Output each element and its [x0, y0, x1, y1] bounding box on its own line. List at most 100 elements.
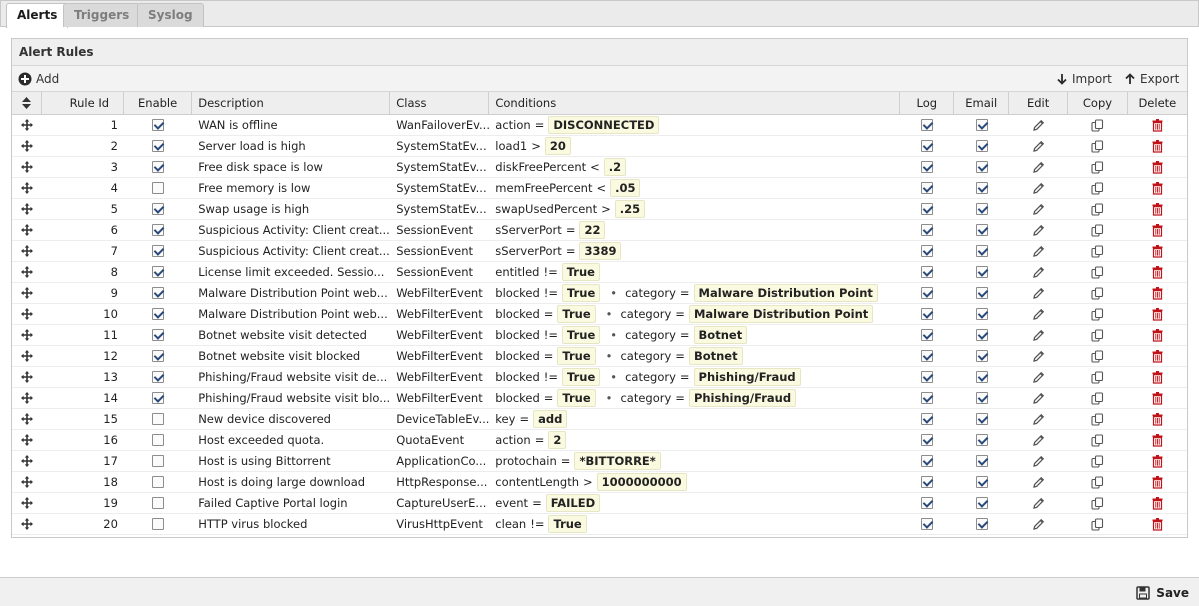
table-row[interactable]: 1 WAN is offline WanFailoverEv... action = DI… — [12, 115, 1187, 136]
email-checkbox[interactable] — [975, 161, 988, 173]
col-log[interactable]: Log — [900, 92, 955, 114]
drag-handle[interactable] — [12, 136, 42, 156]
table-row[interactable]: 2 Server load is high SystemStatEv... load1… — [12, 136, 1187, 157]
log-checkbox[interactable] — [921, 392, 934, 404]
enable-checkbox[interactable] — [152, 245, 165, 257]
copy-button[interactable] — [1068, 136, 1127, 156]
save-button[interactable]: Save — [1136, 583, 1189, 603]
table-row[interactable]: 13 Phishing/Fraud website visit de... WebF… — [12, 367, 1187, 388]
enable-checkbox[interactable] — [152, 308, 165, 320]
copy-button[interactable] — [1068, 115, 1127, 135]
drag-handle[interactable] — [12, 283, 42, 303]
edit-button[interactable] — [1009, 346, 1068, 366]
email-checkbox[interactable] — [975, 245, 988, 257]
log-checkbox[interactable] — [921, 140, 934, 152]
delete-button[interactable] — [1128, 157, 1187, 177]
table-row[interactable]: 15 New device discovered DeviceTableEv... k… — [12, 409, 1187, 430]
delete-button[interactable] — [1128, 514, 1187, 534]
col-class[interactable]: Class — [390, 92, 490, 114]
copy-button[interactable] — [1068, 388, 1127, 408]
drag-handle[interactable] — [12, 367, 42, 387]
delete-button[interactable] — [1128, 388, 1187, 408]
tab-triggers[interactable]: Triggers — [63, 3, 141, 27]
edit-button[interactable] — [1009, 325, 1068, 345]
table-row[interactable]: 6 Suspicious Activity: Client creat... Ses… — [12, 220, 1187, 241]
enable-checkbox[interactable] — [152, 476, 165, 488]
enable-checkbox[interactable] — [152, 182, 165, 194]
drag-handle[interactable] — [12, 157, 42, 177]
delete-button[interactable] — [1128, 115, 1187, 135]
export-button[interactable]: Export — [1124, 69, 1179, 89]
log-checkbox[interactable] — [921, 350, 934, 362]
edit-button[interactable] — [1009, 388, 1068, 408]
log-checkbox[interactable] — [921, 413, 934, 425]
delete-button[interactable] — [1128, 367, 1187, 387]
edit-button[interactable] — [1009, 430, 1068, 450]
drag-handle[interactable] — [12, 493, 42, 513]
enable-checkbox[interactable] — [152, 371, 165, 383]
email-checkbox[interactable] — [975, 350, 988, 362]
delete-button[interactable] — [1128, 304, 1187, 324]
copy-button[interactable] — [1068, 283, 1127, 303]
enable-checkbox[interactable] — [152, 455, 165, 467]
edit-button[interactable] — [1009, 115, 1068, 135]
log-checkbox[interactable] — [921, 287, 934, 299]
col-conditions[interactable]: Conditions — [489, 92, 901, 114]
table-row[interactable]: 12 Botnet website visit blocked WebFilterE… — [12, 346, 1187, 367]
email-checkbox[interactable] — [975, 476, 988, 488]
email-checkbox[interactable] — [975, 413, 988, 425]
copy-button[interactable] — [1068, 325, 1127, 345]
log-checkbox[interactable] — [921, 161, 934, 173]
delete-button[interactable] — [1128, 493, 1187, 513]
email-checkbox[interactable] — [975, 371, 988, 383]
email-checkbox[interactable] — [975, 434, 988, 446]
copy-button[interactable] — [1068, 157, 1127, 177]
edit-button[interactable] — [1009, 157, 1068, 177]
tab-syslog[interactable]: Syslog — [137, 3, 204, 27]
delete-button[interactable] — [1128, 241, 1187, 261]
drag-handle[interactable] — [12, 388, 42, 408]
edit-button[interactable] — [1009, 136, 1068, 156]
drag-handle[interactable] — [12, 514, 42, 534]
email-checkbox[interactable] — [975, 182, 988, 194]
drag-handle[interactable] — [12, 304, 42, 324]
edit-button[interactable] — [1009, 514, 1068, 534]
email-checkbox[interactable] — [975, 518, 988, 530]
enable-checkbox[interactable] — [152, 497, 165, 509]
drag-handle[interactable] — [12, 325, 42, 345]
drag-handle[interactable] — [12, 472, 42, 492]
delete-button[interactable] — [1128, 136, 1187, 156]
sort-handle-header[interactable] — [12, 92, 42, 114]
col-rule-id[interactable]: Rule Id — [42, 92, 124, 114]
table-row[interactable]: 20 HTTP virus blocked VirusHttpEvent clean!… — [12, 514, 1187, 535]
enable-checkbox[interactable] — [152, 203, 165, 215]
edit-button[interactable] — [1009, 262, 1068, 282]
copy-button[interactable] — [1068, 346, 1127, 366]
email-checkbox[interactable] — [975, 203, 988, 215]
enable-checkbox[interactable] — [152, 329, 165, 341]
col-copy[interactable]: Copy — [1068, 92, 1128, 114]
drag-handle[interactable] — [12, 241, 42, 261]
log-checkbox[interactable] — [921, 119, 934, 131]
table-row[interactable]: 8 License limit exceeded. Sessio... Sessio… — [12, 262, 1187, 283]
edit-button[interactable] — [1009, 241, 1068, 261]
log-checkbox[interactable] — [921, 434, 934, 446]
log-checkbox[interactable] — [921, 203, 934, 215]
table-row[interactable]: 11 Botnet website visit detected WebFilter… — [12, 325, 1187, 346]
edit-button[interactable] — [1009, 409, 1068, 429]
email-checkbox[interactable] — [975, 392, 988, 404]
tab-alerts[interactable]: Alerts — [6, 3, 69, 28]
copy-button[interactable] — [1068, 472, 1127, 492]
log-checkbox[interactable] — [921, 224, 934, 236]
edit-button[interactable] — [1009, 304, 1068, 324]
email-checkbox[interactable] — [975, 266, 988, 278]
enable-checkbox[interactable] — [152, 119, 165, 131]
table-row[interactable]: 14 Phishing/Fraud website visit blo... Web… — [12, 388, 1187, 409]
copy-button[interactable] — [1068, 367, 1127, 387]
delete-button[interactable] — [1128, 262, 1187, 282]
email-checkbox[interactable] — [975, 224, 988, 236]
delete-button[interactable] — [1128, 451, 1187, 471]
copy-button[interactable] — [1068, 178, 1127, 198]
enable-checkbox[interactable] — [152, 434, 165, 446]
drag-handle[interactable] — [12, 409, 42, 429]
